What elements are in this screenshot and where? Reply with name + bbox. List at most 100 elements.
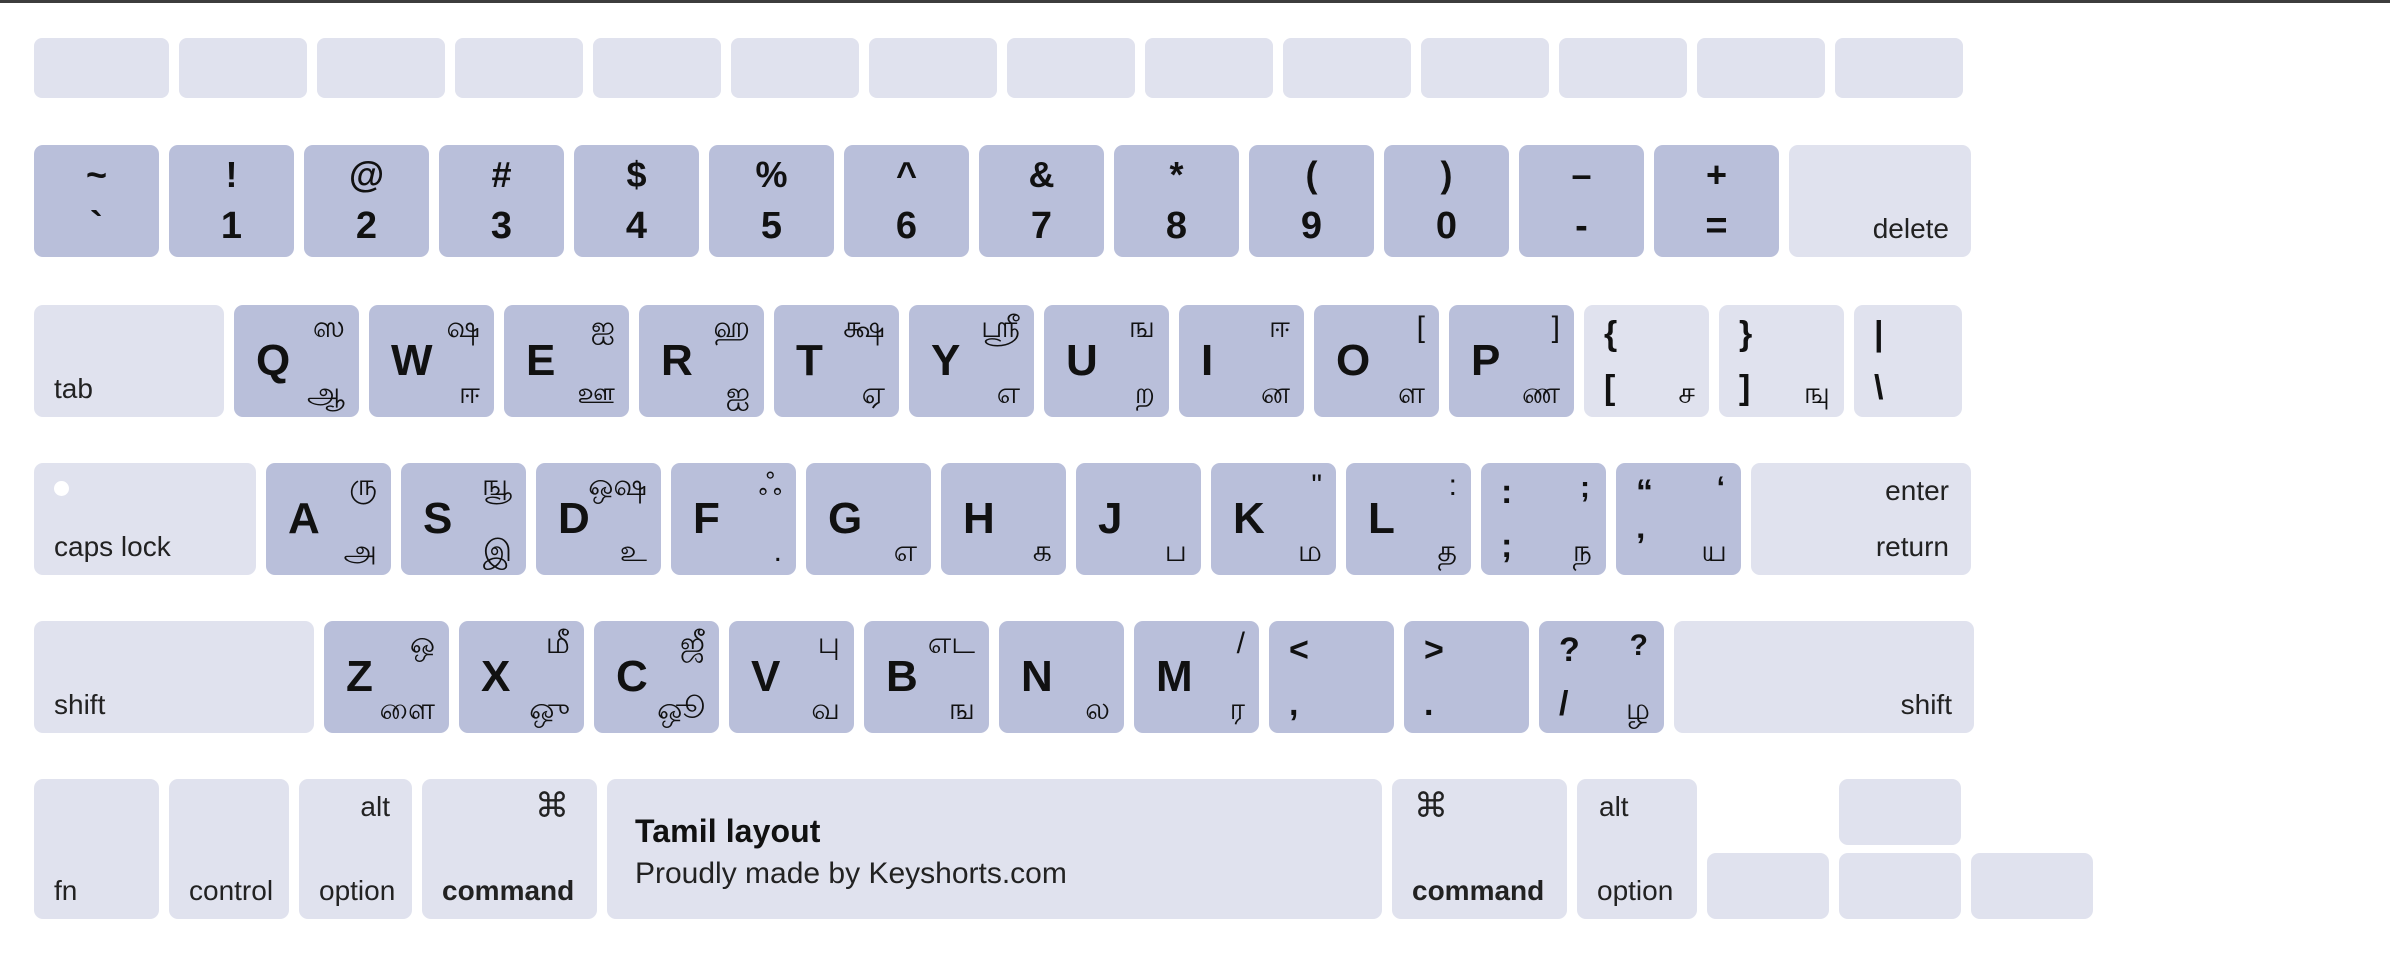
digit-0[interactable]: ) 0 — [1384, 145, 1509, 257]
key-j[interactable]: Jப — [1076, 463, 1201, 575]
key-n-latin: N — [1021, 652, 1053, 701]
digit-3-label: 3 — [490, 205, 513, 247]
fn-key-8[interactable] — [1007, 38, 1135, 98]
key-w[interactable]: Wஷஈ — [369, 305, 494, 417]
bracket-left-label: [ — [1604, 369, 1616, 407]
key-i-tamil-bottom: ன — [1260, 377, 1290, 410]
key-i[interactable]: I ஈன — [1179, 305, 1304, 417]
fn-key-2[interactable] — [179, 38, 307, 98]
key-k-tamil-top: " — [1311, 469, 1322, 502]
backslash[interactable]: | \ — [1854, 305, 1962, 417]
key-d[interactable]: D ஒஷ உ — [536, 463, 661, 575]
spacebar[interactable]: Tamil layout Proudly made by Keyshorts.co… — [607, 779, 1382, 919]
key-m-latin: M — [1156, 652, 1193, 701]
fn-key-5[interactable] — [593, 38, 721, 98]
digit-8-label: 8 — [1165, 205, 1188, 247]
key-a[interactable]: A ரு அ — [266, 463, 391, 575]
key-q[interactable]: Qஸஆ — [234, 305, 359, 417]
fn-key-10[interactable] — [1283, 38, 1411, 98]
key-b[interactable]: B எட ங — [864, 621, 989, 733]
fn-key-13[interactable] — [1697, 38, 1825, 98]
fn-key[interactable]: fn — [34, 779, 159, 919]
key-z[interactable]: Z ஒ ளை — [324, 621, 449, 733]
key-p-tamil-top: ] — [1551, 311, 1560, 344]
key-y-latin: Y — [931, 336, 961, 385]
fn-key-6[interactable] — [731, 38, 859, 98]
quote[interactable]: “ ‘ ’ ய — [1616, 463, 1741, 575]
key-r[interactable]: Rஹஐ — [639, 305, 764, 417]
arrow-left-key[interactable] — [1707, 853, 1829, 919]
semicolon-tamil: ந — [1572, 535, 1592, 568]
key-u[interactable]: Uஙற — [1044, 305, 1169, 417]
option-right-key[interactable]: alt option — [1577, 779, 1697, 919]
bracket-left[interactable]: {[ச — [1584, 305, 1709, 417]
arrow-down-key[interactable] — [1839, 853, 1961, 919]
key-t[interactable]: T க்ஷ ஏ — [774, 305, 899, 417]
brand-title: Tamil layout — [635, 813, 821, 849]
key-m-tamil-bottom: ர — [1229, 693, 1246, 726]
tab-key[interactable]: tab — [34, 305, 224, 417]
key-b-latin: B — [886, 652, 918, 701]
fn-key-1[interactable] — [34, 38, 169, 98]
bracket-right[interactable]: }] ஙு — [1719, 305, 1844, 417]
fn-key-7[interactable] — [869, 38, 997, 98]
digit-6[interactable]: ^ 6 — [844, 145, 969, 257]
key-k[interactable]: K " ம — [1211, 463, 1336, 575]
digit-2[interactable]: @2 — [304, 145, 429, 257]
semicolon-label: ; — [1501, 527, 1513, 565]
fn-key-4[interactable] — [455, 38, 583, 98]
option-left-key[interactable]: alt option — [299, 779, 412, 919]
period-key[interactable]: >. — [1404, 621, 1529, 733]
key-e[interactable]: E ஐஊ — [504, 305, 629, 417]
equal[interactable]: + = — [1654, 145, 1779, 257]
key-y[interactable]: Y ஸ்ரீ எ — [909, 305, 1034, 417]
key-h[interactable]: Hக — [941, 463, 1066, 575]
minus[interactable]: – - — [1519, 145, 1644, 257]
fn-key-14[interactable] — [1835, 38, 1963, 98]
key-p-latin: P — [1471, 336, 1501, 385]
backquote[interactable]: ~ ` — [34, 145, 159, 257]
shift-left-key-label: shift — [54, 689, 106, 720]
key-o[interactable]: O [ள — [1314, 305, 1439, 417]
key-p[interactable]: P] ண — [1449, 305, 1574, 417]
fn-key-9[interactable] — [1145, 38, 1273, 98]
key-v[interactable]: V பு வ — [729, 621, 854, 733]
fn-key-3[interactable] — [317, 38, 445, 98]
digit-3[interactable]: #3 — [439, 145, 564, 257]
key-f-tamil-bottom: . — [773, 535, 782, 568]
key-f[interactable]: F ஃ. — [671, 463, 796, 575]
shift-right-key-label: shift — [1900, 689, 1952, 720]
digit-7[interactable]: & 7 — [979, 145, 1104, 257]
control-key[interactable]: control — [169, 779, 289, 919]
fn-key-11[interactable] — [1421, 38, 1549, 98]
command-right-key[interactable]: ⌘ command — [1392, 779, 1567, 919]
delete-key[interactable]: delete — [1789, 145, 1971, 257]
key-m[interactable]: M / ர — [1134, 621, 1259, 733]
key-x[interactable]: X மீ ஒு — [459, 621, 584, 733]
key-s[interactable]: S ஙூ இ — [401, 463, 526, 575]
comma-key[interactable]: <, — [1269, 621, 1394, 733]
key-n[interactable]: Nல — [999, 621, 1124, 733]
digit-9[interactable]: (9 — [1249, 145, 1374, 257]
fn-key-12[interactable] — [1559, 38, 1687, 98]
key-l[interactable]: L: த — [1346, 463, 1471, 575]
key-f-latin: F — [693, 494, 720, 543]
digit-1[interactable]: ! 1 — [169, 145, 294, 257]
period-key-shift-label: > — [1424, 631, 1444, 669]
semicolon[interactable]: :;; ந — [1481, 463, 1606, 575]
key-g[interactable]: Gஎ — [806, 463, 931, 575]
caps-lock-key[interactable]: caps lock — [34, 463, 256, 575]
shift-right-key[interactable]: shift — [1674, 621, 1974, 733]
return-key[interactable]: enter return — [1751, 463, 1971, 575]
key-w-tamil-top: ஷ — [446, 311, 480, 344]
arrow-up-key[interactable] — [1839, 779, 1961, 845]
key-z-latin: Z — [346, 652, 373, 701]
slash-key[interactable]: ?? / ழ — [1539, 621, 1664, 733]
digit-5[interactable]: % 5 — [709, 145, 834, 257]
digit-8[interactable]: * 8 — [1114, 145, 1239, 257]
digit-4[interactable]: $4 — [574, 145, 699, 257]
command-left-key[interactable]: ⌘ command — [422, 779, 597, 919]
key-c[interactable]: C ஜீ ஒூ — [594, 621, 719, 733]
shift-left-key[interactable]: shift — [34, 621, 314, 733]
arrow-right-key[interactable] — [1971, 853, 2093, 919]
